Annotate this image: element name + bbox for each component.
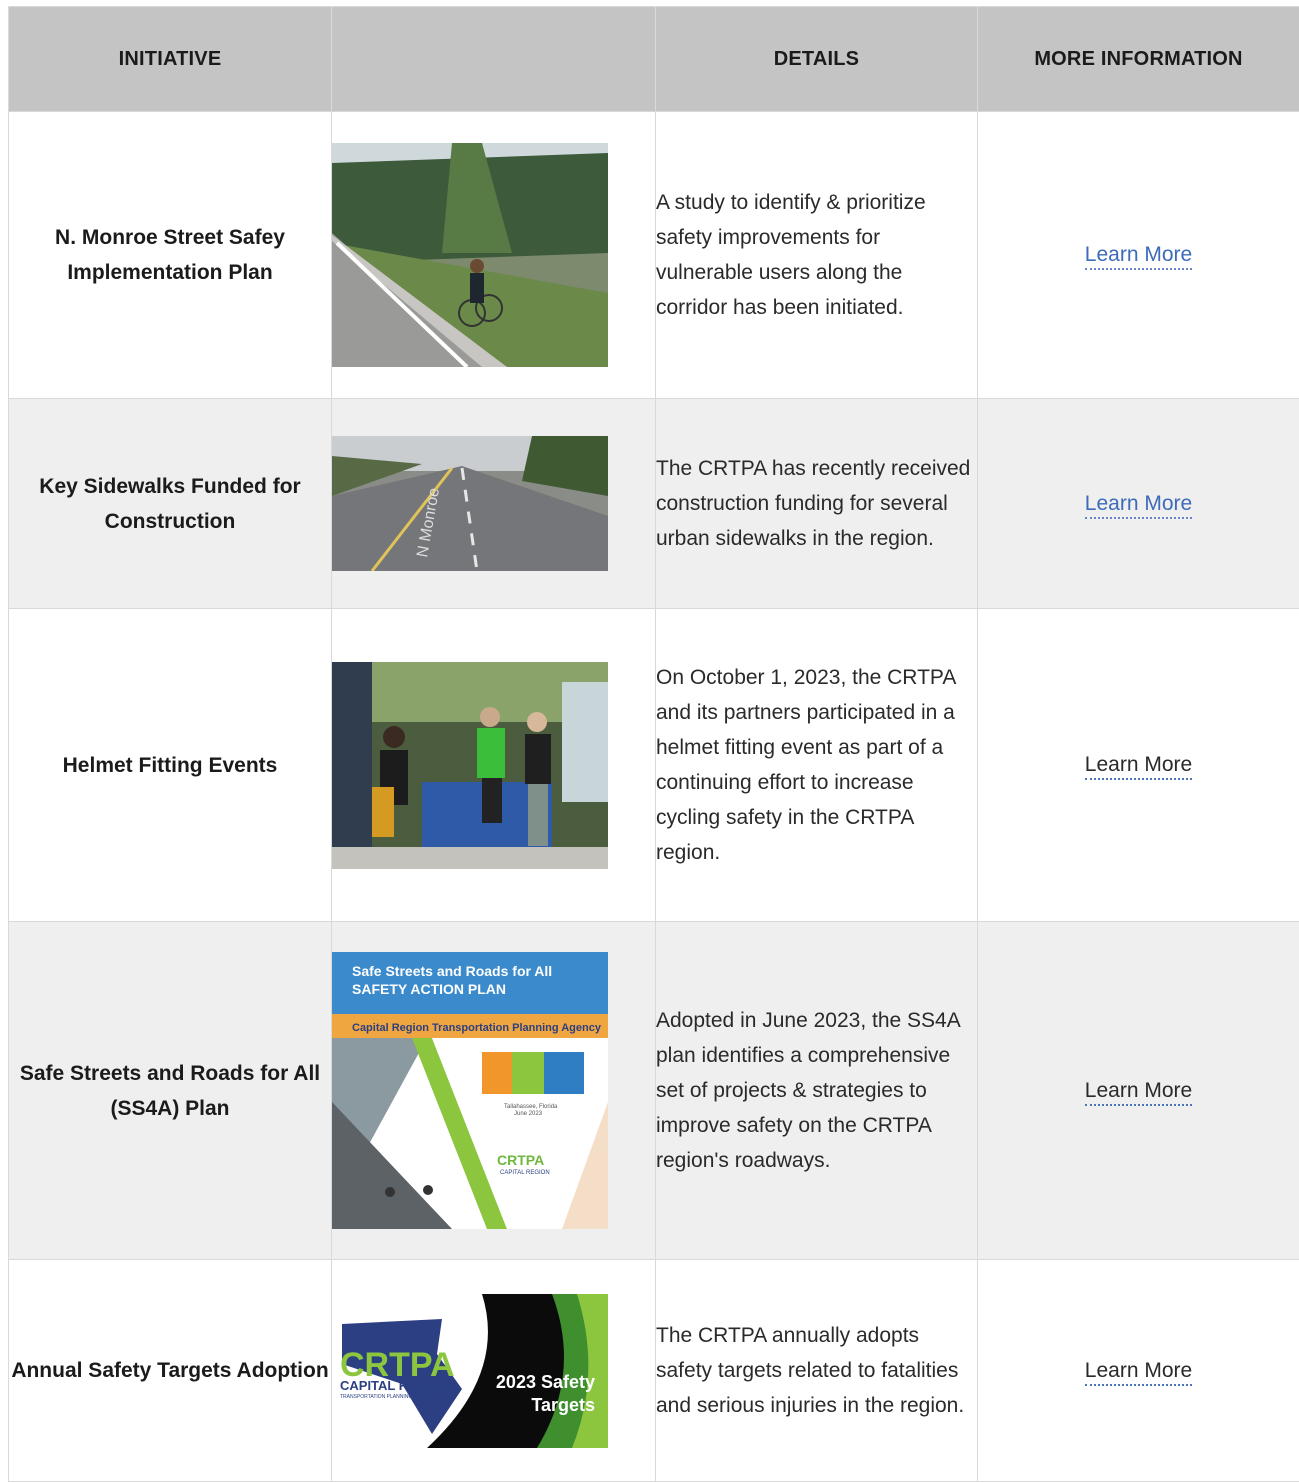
cyclist-photo xyxy=(332,143,608,367)
cover-title-line1: Safe Streets and Roads for All xyxy=(352,963,552,979)
initiative-name: Annual Safety Targets Adoption xyxy=(9,1260,332,1482)
initiative-name: Key Sidewalks Funded for Construction xyxy=(9,399,332,609)
more-info-cell: Learn More xyxy=(978,1260,1299,1482)
learn-more-link[interactable]: Learn More xyxy=(1085,753,1192,780)
cover-logo-sub: CAPITAL REGION xyxy=(500,1170,550,1176)
cover-date: June 2023 xyxy=(514,1111,543,1117)
ss4a-plan-cover: Safe Streets and Roads for All SAFETY AC… xyxy=(332,952,608,1229)
learn-more-link[interactable]: Learn More xyxy=(1085,1079,1192,1106)
table-row: Safe Streets and Roads for All (SS4A) Pl… xyxy=(9,922,1299,1260)
more-info-cell: Learn More xyxy=(978,399,1299,609)
initiatives-table: INITIATIVE DETAILS MORE INFORMATION N. M… xyxy=(8,6,1299,1482)
initiative-details: On October 1, 2023, the CRTPA and its pa… xyxy=(656,609,978,922)
header-more-information: MORE INFORMATION xyxy=(978,7,1299,112)
table-header-row: INITIATIVE DETAILS MORE INFORMATION xyxy=(9,7,1299,112)
initiative-image-cell xyxy=(332,112,656,399)
initiative-image-cell: N Monroe xyxy=(332,399,656,609)
cover-place: Tallahassee, Florida xyxy=(504,1104,558,1110)
table-row: Annual Safety Targets Adoption CRTPA CAP… xyxy=(9,1260,1299,1482)
more-info-cell: Learn More xyxy=(978,922,1299,1260)
initiative-details: A study to identify & prioritize safety … xyxy=(656,112,978,399)
more-info-cell: Learn More xyxy=(978,112,1299,399)
initiative-image-cell: CRTPA CAPITAL REGION TRANSPORTATION PLAN… xyxy=(332,1260,656,1482)
header-details: DETAILS xyxy=(656,7,978,112)
initiative-image-cell: Safe Streets and Roads for All SAFETY AC… xyxy=(332,922,656,1260)
safety-targets-title-line2: Targets xyxy=(531,1395,595,1415)
helmet-event-photo xyxy=(332,662,608,869)
more-info-cell: Learn More xyxy=(978,609,1299,922)
initiative-name: N. Monroe Street Safey Implementation Pl… xyxy=(9,112,332,399)
initiative-details: The CRTPA annually adopts safety targets… xyxy=(656,1260,978,1482)
header-initiative: INITIATIVE xyxy=(9,7,332,112)
learn-more-link[interactable]: Learn More xyxy=(1085,243,1192,270)
crtpa-logo-tagline: TRANSPORTATION PLANNING AGENCY xyxy=(340,1394,435,1400)
cover-title-line2: SAFETY ACTION PLAN xyxy=(352,981,506,997)
safety-targets-graphic: CRTPA CAPITAL REGION TRANSPORTATION PLAN… xyxy=(332,1294,608,1448)
table-row: Key Sidewalks Funded for Construction N … xyxy=(9,399,1299,609)
learn-more-link[interactable]: Learn More xyxy=(1085,1359,1192,1386)
cover-agency: Capital Region Transportation Planning A… xyxy=(352,1022,602,1034)
table-row: Helmet Fitting Events xyxy=(9,609,1299,922)
initiative-name: Helmet Fitting Events xyxy=(9,609,332,922)
safety-targets-title-line1: 2023 Safety xyxy=(496,1372,595,1392)
cover-logo-mark: CRTPA xyxy=(497,1152,544,1168)
initiative-name: Safe Streets and Roads for All (SS4A) Pl… xyxy=(9,922,332,1260)
initiative-details: The CRTPA has recently received construc… xyxy=(656,399,978,609)
table-row: N. Monroe Street Safey Implementation Pl… xyxy=(9,112,1299,399)
learn-more-link[interactable]: Learn More xyxy=(1085,492,1192,519)
header-image xyxy=(332,7,656,112)
initiative-image-cell xyxy=(332,609,656,922)
crtpa-logo-sub: CAPITAL REGION xyxy=(340,1378,450,1393)
initiative-details: Adopted in June 2023, the SS4A plan iden… xyxy=(656,922,978,1260)
road-photo: N Monroe xyxy=(332,436,608,571)
